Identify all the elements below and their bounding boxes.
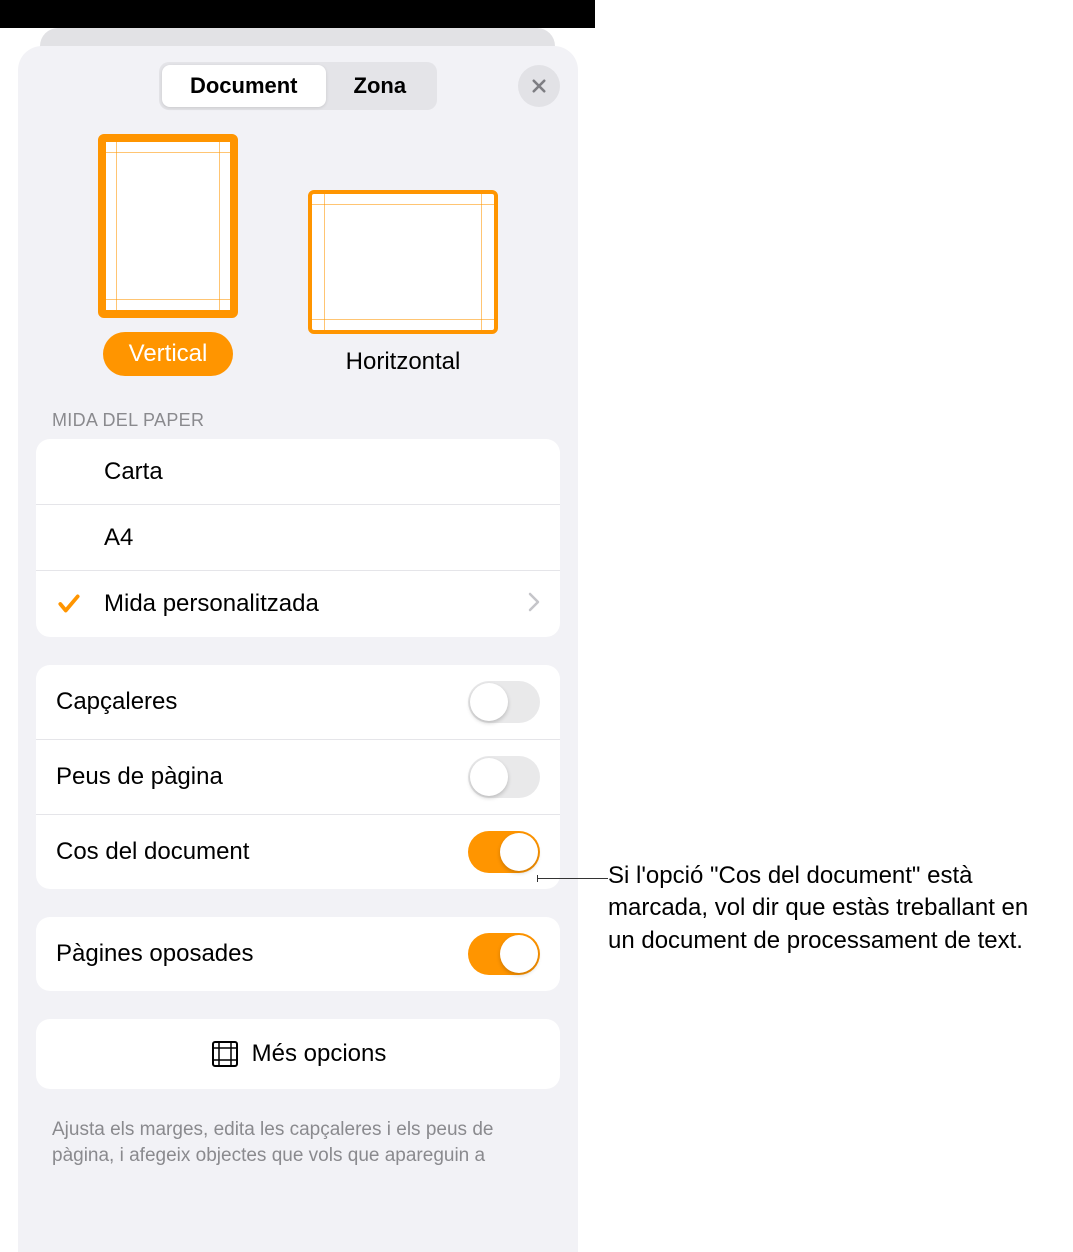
toggle-row-headers: Capçaleres (36, 665, 560, 740)
status-bar-area (0, 0, 595, 28)
footer-description: Ajusta els marges, edita les capçaleres … (18, 1117, 578, 1168)
toggle-row-footers: Peus de pàgina (36, 740, 560, 815)
paper-size-custom[interactable]: Mida personalitzada (36, 571, 560, 637)
portrait-page-icon (98, 134, 238, 318)
paper-size-carta[interactable]: Carta (36, 439, 560, 505)
facing-pages-group: Pàgines oposades (36, 917, 560, 991)
landscape-page-icon (308, 190, 498, 334)
paper-size-a4-label: A4 (104, 524, 540, 552)
footers-switch[interactable] (468, 756, 540, 798)
headers-switch[interactable] (468, 681, 540, 723)
orientation-horizontal[interactable]: Horitzontal (308, 190, 498, 376)
close-button[interactable] (518, 65, 560, 107)
more-options-group: Més opcions (36, 1019, 560, 1089)
chevron-right-icon (528, 592, 540, 617)
document-options-sheet: Document Zona Vertical (18, 46, 578, 1252)
orientation-vertical-label: Vertical (103, 332, 234, 376)
document-body-label: Cos del document (56, 838, 249, 866)
orientation-selector: Vertical Horitzontal (18, 134, 578, 376)
toggle-row-document-body: Cos del document (36, 815, 560, 889)
headers-label: Capçaleres (56, 688, 177, 716)
callout-connector (538, 878, 608, 879)
grid-margins-icon (210, 1039, 240, 1069)
facing-pages-switch[interactable] (468, 933, 540, 975)
paper-size-header: MIDA DEL PAPER (18, 410, 578, 439)
more-options-button[interactable]: Més opcions (36, 1019, 560, 1089)
paper-size-list: Carta A4 Mida personalitzada (36, 439, 560, 637)
orientation-vertical[interactable]: Vertical (98, 134, 238, 376)
callout-text: Si l'opció "Cos del document" està marca… (608, 860, 1058, 957)
sheet-backdrop (40, 28, 555, 48)
tab-document[interactable]: Document (162, 65, 326, 107)
orientation-horizontal-label: Horitzontal (346, 348, 461, 376)
footers-label: Peus de pàgina (56, 763, 223, 791)
paper-size-custom-label: Mida personalitzada (104, 590, 528, 618)
more-options-label: Més opcions (252, 1040, 387, 1068)
segmented-control: Document Zona (159, 62, 437, 110)
document-toggles: Capçaleres Peus de pàgina Cos del docume… (36, 665, 560, 889)
close-icon (530, 77, 548, 95)
tab-zona[interactable]: Zona (326, 65, 435, 107)
paper-size-a4[interactable]: A4 (36, 505, 560, 571)
sheet-header: Document Zona (18, 62, 578, 110)
facing-pages-label: Pàgines oposades (56, 940, 253, 968)
toggle-row-facing-pages: Pàgines oposades (36, 917, 560, 991)
paper-size-carta-label: Carta (104, 458, 540, 486)
document-body-switch[interactable] (468, 831, 540, 873)
callout-annotation: Si l'opció "Cos del document" està marca… (608, 860, 1058, 957)
checkmark-icon (56, 591, 82, 617)
